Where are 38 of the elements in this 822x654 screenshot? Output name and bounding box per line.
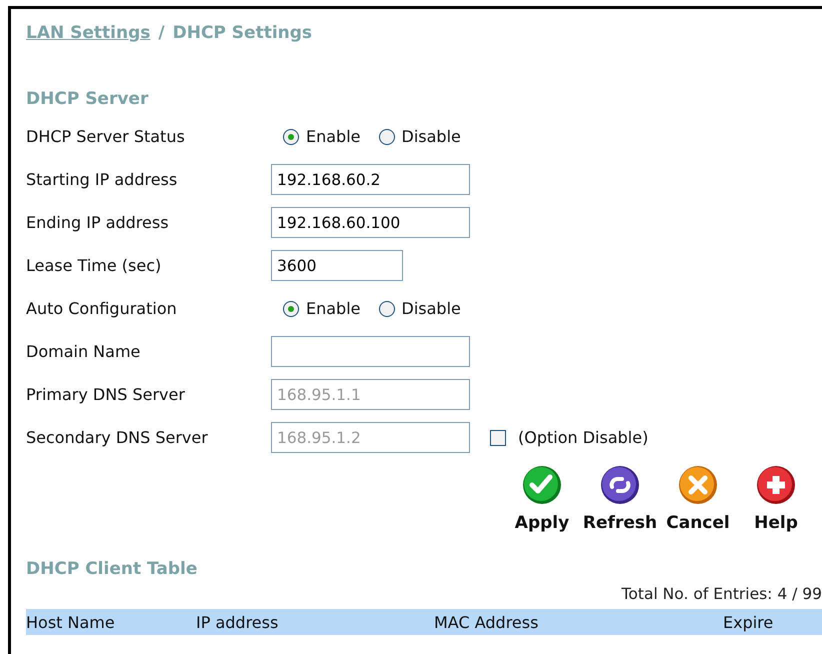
breadcrumb-separator: / [158, 23, 165, 45]
field-label: Secondary DNS Server [26, 428, 209, 447]
radio-label: Enable [306, 127, 360, 146]
field-label: DHCP Server Status [26, 127, 186, 146]
radio-button[interactable] [378, 128, 394, 144]
radio-button[interactable] [378, 300, 394, 316]
radio-button[interactable] [283, 300, 299, 316]
input-field[interactable]: 192.168.60.2 [271, 164, 470, 195]
page-title: DHCP Settings [172, 23, 312, 45]
column-header: Host Name [26, 612, 116, 632]
field-label: Starting IP address [26, 170, 178, 189]
entries-count: Total No. of Entries: 4 / 99 [620, 585, 822, 605]
field-label: Auto Configuration [26, 299, 178, 318]
field-label: Primary DNS Server [26, 385, 186, 404]
radio-label: Disable [402, 127, 461, 146]
radio-label: Enable [306, 299, 360, 318]
refresh-icon [600, 465, 640, 505]
radio-button[interactable] [283, 128, 299, 144]
column-header: MAC Address [434, 612, 540, 632]
input-field[interactable]: 3600 [271, 250, 403, 281]
radio-label: Disable [402, 299, 461, 318]
close-icon [678, 465, 718, 505]
input-field[interactable] [271, 336, 470, 367]
plus-icon [756, 465, 796, 505]
column-header: IP address [196, 612, 280, 632]
cancel-button[interactable]: Cancel [660, 465, 736, 533]
field-label: Ending IP address [26, 213, 170, 232]
section-heading: DHCP Client Table [26, 559, 198, 579]
field-label: Domain Name [26, 342, 142, 361]
column-header: Expire [723, 612, 774, 632]
help-button[interactable]: Help [738, 465, 814, 533]
refresh-button[interactable]: Refresh [582, 465, 658, 533]
input-field[interactable]: 192.168.60.100 [271, 207, 470, 238]
check-icon [522, 465, 562, 505]
field-label: Lease Time (sec) [26, 256, 162, 275]
apply-button[interactable]: Apply [504, 465, 580, 533]
section-heading: DHCP Server [26, 89, 150, 109]
checkbox-label: (Option Disable) [518, 428, 648, 447]
